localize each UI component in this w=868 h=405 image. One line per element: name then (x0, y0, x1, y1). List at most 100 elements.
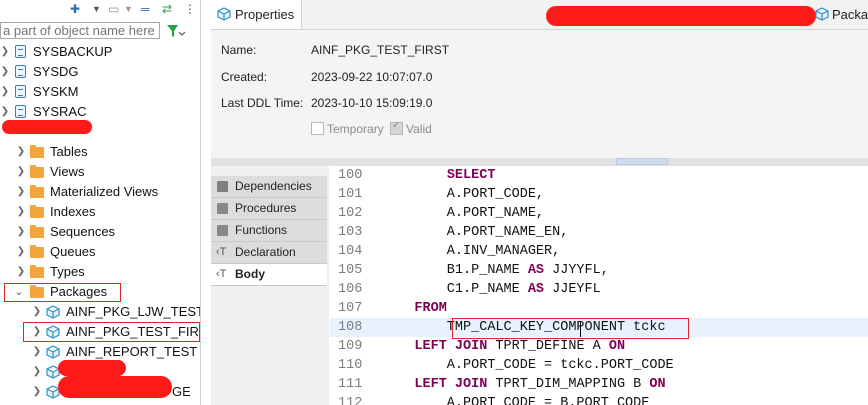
splitter-handle[interactable] (616, 158, 668, 165)
tab-dependencies[interactable]: Dependencies (211, 176, 327, 198)
chevron-down-icon[interactable]: ▼ (124, 4, 133, 14)
name-label: Name: (221, 43, 257, 57)
object-tree: ❯ SYSBACKUP ❯ SYSDG ❯ SYSKM ❯ SYSRAC ❯ T… (0, 42, 200, 405)
chevron-right-icon[interactable]: ❯ (16, 182, 26, 202)
chevron-right-icon[interactable]: ❯ (32, 362, 42, 382)
chevron-right-icon[interactable]: ❯ (16, 222, 26, 242)
link-editor-icon[interactable]: ⇄ (162, 2, 172, 16)
chevron-right-icon[interactable]: ❯ (0, 62, 10, 82)
tree-item-indexes[interactable]: ❯ Indexes (0, 202, 200, 222)
code-line[interactable]: 107 FROM (330, 299, 868, 318)
tree-item-package[interactable]: ❯ AINF_PKG_LJW_TEST_ (0, 302, 200, 322)
package-section-tabs: Dependencies Procedures Functions ‹T Dec… (211, 166, 329, 405)
chevron-down-icon[interactable]: ▼ (92, 4, 101, 14)
tree-item-queues[interactable]: ❯ Queues (0, 242, 200, 262)
tab-functions[interactable]: Functions (211, 220, 327, 242)
folder-icon (30, 205, 44, 218)
tree-item-types[interactable]: ❯ Types (0, 262, 200, 282)
tab-declaration[interactable]: ‹T Declaration (211, 242, 327, 264)
tree-item-views[interactable]: ❯ Views (0, 162, 200, 182)
code-text: A.PORT_CODE = tckc.PORT_CODE (382, 358, 674, 373)
object-filter-input[interactable] (0, 22, 160, 39)
code-line[interactable]: 106 C1.P_NAME AS JJEYFL (330, 280, 868, 299)
tree-item-tables[interactable]: ❯ Tables (0, 142, 200, 162)
materialized-views-icon (30, 185, 44, 198)
last-ddl-value[interactable]: 2023-10-10 15:09:19.0 (311, 96, 432, 110)
tree-item-materialized-views[interactable]: ❯ Materialized Views (0, 182, 200, 202)
line-number: 103 (338, 225, 363, 240)
code-text: B1.P_NAME AS JJYYFL, (382, 263, 609, 278)
panel-splitter[interactable] (211, 158, 868, 166)
name-value[interactable]: AINF_PKG_TEST_FIRST (311, 43, 449, 57)
tree-item-label: AINF_REPORT_TEST (66, 344, 198, 359)
code-line[interactable]: 100 SELECT (330, 166, 868, 185)
temporary-checkbox[interactable]: Temporary (311, 122, 384, 136)
code-line[interactable]: 112 A.PORT_CODE = B.PORT_CODE (330, 394, 868, 405)
created-value[interactable]: 2023-09-22 10:07:07.0 (311, 70, 432, 84)
valid-checkbox[interactable]: Valid (390, 120, 432, 136)
procedures-icon (217, 203, 228, 214)
code-line[interactable]: 103 A.PORT_NAME_EN, (330, 223, 868, 242)
package-icon (46, 345, 60, 359)
tree-item-label: AINF_PKG_LJW_TEST_ (66, 304, 201, 319)
tree-item-sysbackup[interactable]: ❯ SYSBACKUP (0, 42, 200, 62)
chevron-right-icon[interactable]: ❯ (0, 102, 10, 122)
tab-body[interactable]: ‹T Body (211, 264, 327, 286)
tab-label: Properties (235, 7, 295, 22)
code-line[interactable]: 105 B1.P_NAME AS JJYYFL, (330, 261, 868, 280)
new-folder-icon[interactable]: ▭ (108, 2, 119, 16)
code-line[interactable]: 102 A.PORT_NAME, (330, 204, 868, 223)
code-line[interactable]: 110 A.PORT_CODE = tckc.PORT_CODE (330, 356, 868, 375)
filter-icon[interactable] (166, 23, 186, 39)
code-text: A.PORT_CODE = B.PORT_CODE (382, 396, 650, 405)
chevron-right-icon[interactable]: ❯ (16, 262, 26, 282)
redacted-schema-name (2, 120, 92, 134)
code-line[interactable]: 101 A.PORT_CODE, (330, 185, 868, 204)
tree-item-sysrac[interactable]: ❯ SYSRAC (0, 102, 200, 122)
chevron-right-icon[interactable]: ❯ (32, 302, 42, 322)
tree-item-label: Queues (50, 244, 96, 259)
tree-item-sysdg[interactable]: ❯ SYSDG (0, 62, 200, 82)
tree-item-package[interactable]: ❯ AINF_REPORT_TEST (0, 342, 200, 362)
chevron-right-icon[interactable]: ❯ (16, 162, 26, 182)
code-text: A.PORT_NAME_EN, (382, 225, 569, 240)
editor-tab-bar: Properties Packag (211, 0, 868, 30)
code-line[interactable]: 111 LEFT JOIN TPRT_DIM_MAPPING B ON (330, 375, 868, 394)
code-text: A.PORT_NAME, (382, 206, 545, 221)
tab-procedures[interactable]: Procedures (211, 198, 327, 220)
chevron-right-icon[interactable]: ❯ (16, 242, 26, 262)
chevron-right-icon[interactable]: ❯ (32, 382, 42, 402)
tree-item-packages[interactable]: ⌄ Packages (0, 282, 200, 302)
tab-package[interactable]: Packag (813, 0, 868, 29)
view-menu-icon[interactable]: ⋮ (184, 2, 196, 16)
tree-item-label: Materialized Views (50, 184, 159, 199)
code-line[interactable]: 104 A.INV_MANAGER, (330, 242, 868, 261)
tab-properties[interactable]: Properties (211, 0, 302, 29)
package-icon (815, 7, 829, 21)
chevron-right-icon[interactable]: ❯ (16, 142, 26, 162)
code-line[interactable]: 109 LEFT JOIN TPRT_DEFINE A ON (330, 337, 868, 356)
tab-label: Body (235, 267, 265, 281)
tree-item-label: SYSRAC (33, 104, 87, 119)
tables-icon (30, 145, 44, 158)
chevron-right-icon[interactable]: ❯ (16, 202, 26, 222)
tree-item-label: SYSDG (33, 64, 79, 79)
navigator-toolbar: ✚ ▼ ▭ ▼ ═ ⇄ ⋮ (0, 0, 200, 20)
tab-label: Procedures (235, 201, 297, 215)
code-editor[interactable]: 100 SELECT 101 A.PORT_CODE, 102 A.PORT_NAM… (330, 166, 868, 405)
code-text: LEFT JOIN TPRT_DIM_MAPPING B ON (414, 377, 666, 392)
tree-item-package-selected[interactable]: ❯ AINF_PKG_TEST_FIRST (0, 322, 200, 342)
tree-item-syskm[interactable]: ❯ SYSKM (0, 82, 200, 102)
line-number: 111 (338, 377, 363, 392)
line-number: 108 (338, 320, 363, 335)
tab-label: Functions (235, 223, 288, 237)
collapse-all-icon[interactable]: ═ (141, 2, 150, 16)
tree-item-sequences[interactable]: ❯ Sequences (0, 222, 200, 242)
new-connection-icon[interactable]: ✚ (70, 2, 80, 16)
last-ddl-label: Last DDL Time: (221, 96, 304, 110)
chevron-right-icon[interactable]: ❯ (32, 342, 42, 362)
chevron-right-icon[interactable]: ❯ (0, 82, 10, 102)
package-icon (217, 7, 231, 21)
views-icon (30, 165, 44, 178)
chevron-right-icon[interactable]: ❯ (0, 42, 10, 62)
